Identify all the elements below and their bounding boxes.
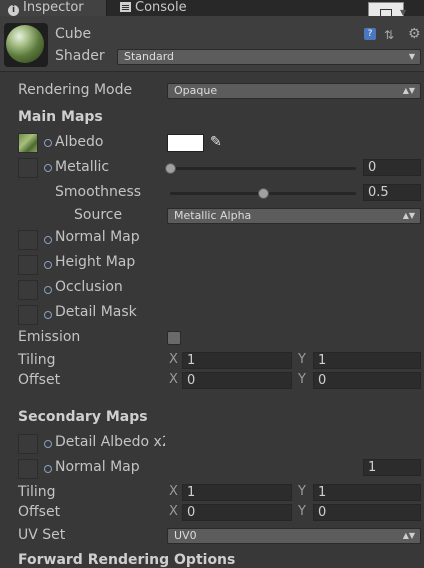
secondary-maps-heading: Secondary Maps (18, 409, 148, 425)
source-label: Source (74, 207, 123, 223)
normal-map-texture-slot[interactable] (18, 230, 38, 250)
main-offset-x-field[interactable]: 0 (182, 372, 292, 389)
uv-set-value: UV0 (174, 529, 197, 542)
metallic-label: Metallic (55, 159, 110, 175)
info-icon: i (8, 5, 19, 16)
object-picker-icon[interactable] (44, 465, 52, 473)
eyedropper-icon[interactable]: ✎ (210, 134, 222, 150)
secondary-tiling-y-label: Y (298, 484, 306, 499)
secondary-offset-y-field[interactable]: 0 (313, 504, 421, 521)
secondary-tiling-x-label: X (169, 484, 178, 499)
albedo-color-swatch[interactable] (167, 134, 204, 152)
shader-label: Shader (55, 48, 105, 64)
source-dropdown[interactable]: Metallic Alpha ▲▼ (167, 208, 421, 224)
secondary-offset-label: Offset (18, 504, 61, 520)
smoothness-label: Smoothness (55, 184, 142, 200)
help-icon[interactable]: ? (364, 28, 376, 40)
occlusion-texture-slot[interactable] (18, 280, 38, 300)
tab-console-label: Console (135, 0, 187, 15)
normal-map-label: Normal Map (55, 229, 140, 245)
smoothness-slider-thumb[interactable] (258, 188, 269, 199)
secondary-tiling-x-field[interactable]: 1 (182, 484, 292, 501)
object-picker-icon[interactable] (44, 286, 52, 294)
rendering-mode-dropdown[interactable]: Opaque ▲▼ (167, 83, 421, 99)
object-picker-icon[interactable] (44, 261, 52, 269)
metallic-slider-thumb[interactable] (165, 163, 176, 174)
main-offset-label: Offset (18, 372, 61, 388)
main-tiling-y-label: Y (298, 352, 306, 367)
secondary-normal-map-scale-field[interactable]: 1 (363, 459, 421, 476)
dropdown-arrow-icon: ▼ (408, 52, 415, 61)
secondary-offset-y-label: Y (298, 504, 306, 519)
albedo-texture-slot[interactable] (18, 133, 38, 153)
shader-value: Standard (124, 50, 175, 63)
detail-mask-texture-slot[interactable] (18, 305, 38, 325)
object-picker-icon[interactable] (44, 236, 52, 244)
object-picker-icon[interactable] (44, 311, 52, 319)
rendering-mode-label: Rendering Mode (18, 82, 133, 98)
secondary-tiling-y-field[interactable]: 1 (313, 484, 421, 501)
rendering-mode-value: Opaque (174, 84, 218, 97)
forward-rendering-heading: Forward Rendering Options (18, 552, 236, 568)
emission-checkbox[interactable] (167, 331, 181, 345)
secondary-normal-map-label: Normal Map (55, 459, 140, 475)
main-tiling-x-label: X (169, 352, 178, 367)
detail-mask-label: Detail Mask (55, 304, 137, 320)
metallic-texture-slot[interactable] (18, 158, 38, 178)
main-offset-x-label: X (169, 372, 178, 387)
emission-label: Emission (18, 329, 81, 345)
occlusion-label: Occlusion (55, 279, 123, 295)
dropdown-arrow-icon: ▲▼ (402, 211, 415, 220)
preset-icon[interactable]: ⇅ (384, 28, 394, 42)
dropdown-arrow-icon: ▲▼ (402, 531, 415, 540)
secondary-offset-x-field[interactable]: 0 (182, 504, 292, 521)
tab-console[interactable]: Console (120, 0, 187, 16)
metallic-slider-track[interactable] (170, 167, 356, 170)
material-preview-sphere (6, 25, 44, 63)
secondary-normal-map-texture-slot[interactable] (18, 459, 38, 479)
main-tiling-y-field[interactable]: 1 (313, 352, 421, 369)
main-maps-heading: Main Maps (18, 109, 103, 125)
albedo-label: Albedo (55, 134, 104, 150)
tab-inspector[interactable]: i Inspector (0, 0, 107, 16)
detail-albedo-texture-slot[interactable] (18, 434, 38, 454)
object-picker-icon[interactable] (44, 164, 52, 172)
main-tiling-x-field[interactable]: 1 (182, 352, 292, 369)
material-title: Cube (55, 26, 92, 42)
tab-inspector-label: Inspector (23, 0, 84, 15)
detail-albedo-label: Detail Albedo x2 (55, 434, 165, 450)
console-icon (120, 2, 131, 12)
dropdown-arrow-icon: ▲▼ (402, 86, 415, 95)
height-map-label: Height Map (55, 254, 136, 270)
source-value: Metallic Alpha (174, 209, 252, 222)
main-tiling-label: Tiling (18, 352, 56, 368)
uv-set-label: UV Set (18, 527, 66, 543)
object-picker-icon[interactable] (44, 440, 52, 448)
uv-set-dropdown[interactable]: UV0 ▲▼ (167, 528, 421, 544)
secondary-tiling-label: Tiling (18, 484, 56, 500)
metallic-field[interactable]: 0 (363, 159, 421, 176)
smoothness-field[interactable]: 0.5 (363, 184, 421, 201)
shader-dropdown[interactable]: Standard ▼ (117, 49, 421, 65)
main-offset-y-label: Y (298, 372, 306, 387)
secondary-offset-x-label: X (169, 504, 178, 519)
height-map-texture-slot[interactable] (18, 255, 38, 275)
main-offset-y-field[interactable]: 0 (313, 372, 421, 389)
object-picker-icon[interactable] (44, 139, 52, 147)
settings-icon[interactable]: ⚙ (408, 26, 421, 42)
